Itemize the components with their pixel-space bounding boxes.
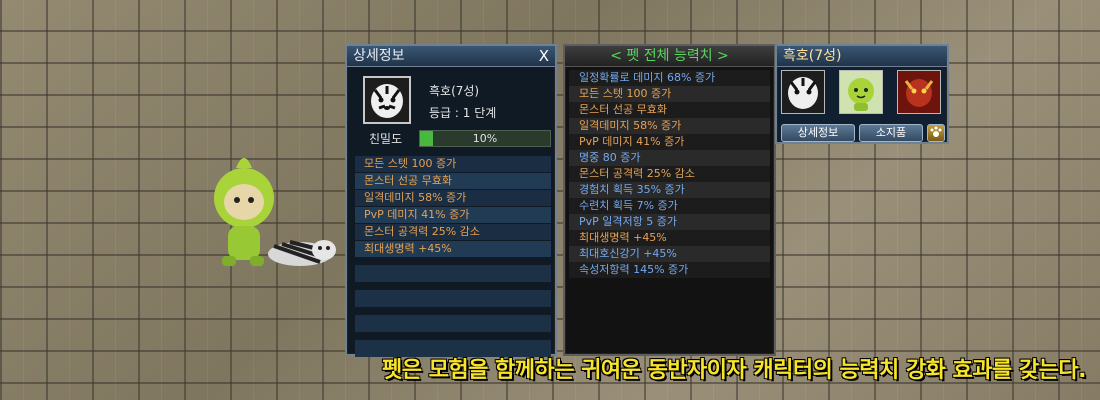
tiger-face-icon — [782, 71, 824, 113]
empty-stat-slot — [355, 315, 551, 332]
total-stat: 몬스터 공격력 25% 감소 — [569, 166, 770, 182]
stat-divider — [355, 308, 551, 314]
total-stat: 명중 80 증가 — [569, 150, 770, 166]
total-title: < 펫 전체 능력치 > — [610, 48, 729, 64]
intimacy-value: 10% — [472, 132, 498, 145]
pet-name: 흑호(7성) — [429, 84, 480, 98]
inventory-button[interactable]: 소지품 — [859, 124, 923, 142]
stat-divider — [355, 258, 551, 264]
close-button[interactable]: X — [539, 46, 549, 66]
empty-stat-slot — [355, 265, 551, 282]
total-stat: 최대생명력 +45% — [569, 230, 770, 246]
detail-title: 상세정보 — [353, 48, 405, 64]
total-stat: 수련치 획득 7% 증가 — [569, 198, 770, 214]
pet-list-titlebar[interactable]: 흑호(7성) — [777, 46, 947, 67]
tiger-face-icon — [365, 78, 409, 122]
detail-stat-list: 모든 스텟 100 증가 몬스터 선공 무효화 일격데미지 58% 증가 PvP… — [355, 156, 551, 358]
total-stat: 일정확률로 데미지 68% 증가 — [569, 70, 770, 86]
total-stat-list: 일정확률로 데미지 68% 증가 모든 스텟 100 증가 몬스터 선공 무효화 일격… — [569, 70, 770, 278]
total-stat: 몬스터 선공 무효화 — [569, 102, 770, 118]
detail-stat: 최대생명력 +45% — [355, 241, 551, 257]
green-creature-icon — [848, 78, 874, 111]
stat-divider — [355, 333, 551, 339]
total-stat: 최대호신강기 +45% — [569, 246, 770, 262]
pet-slot-tiger[interactable] — [781, 70, 825, 114]
total-titlebar[interactable]: < 펫 전체 능력치 > — [565, 46, 774, 67]
pet-slot-red[interactable] — [897, 70, 941, 114]
empty-stat-slot — [355, 290, 551, 307]
intimacy-label: 친밀도 — [369, 132, 403, 146]
pet-detail-panel: 상세정보 X 흑호(7성) 등급 : 1 단계 친밀도 10% 모든 스텟 10… — [345, 44, 557, 358]
total-stat: PvP 데미지 41% 증가 — [569, 134, 770, 150]
character-sprite — [214, 158, 336, 266]
red-demon-icon — [898, 71, 940, 113]
pet-portrait — [363, 76, 411, 124]
detail-stat: PvP 데미지 41% 증가 — [355, 207, 551, 223]
tiger-pet — [268, 240, 336, 266]
pet-list-panel: 흑호(7성) 상세정보 소지품 — [775, 44, 949, 144]
paw-icon[interactable] — [927, 124, 945, 142]
pet-list-title: 흑호(7성) — [783, 48, 842, 64]
total-stat: PvP 일격저항 5 증가 — [569, 214, 770, 230]
pet-slot-green[interactable] — [839, 70, 883, 114]
paw-icon-glyph — [930, 126, 942, 137]
total-stat: 일격데미지 58% 증가 — [569, 118, 770, 134]
pet-total-stats-panel: < 펫 전체 능력치 > 일정확률로 데미지 68% 증가 모든 스텟 100 증… — [563, 44, 776, 356]
detail-stat: 일격데미지 58% 증가 — [355, 190, 551, 206]
total-stat: 속성저항력 145% 증가 — [569, 262, 770, 278]
intimacy-bar: 10% — [419, 130, 551, 147]
total-stat: 경험치 획득 35% 증가 — [569, 182, 770, 198]
total-stat: 모든 스텟 100 증가 — [569, 86, 770, 102]
detail-info-button[interactable]: 상세정보 — [781, 124, 855, 142]
detail-titlebar[interactable]: 상세정보 X — [347, 46, 555, 67]
detail-stat: 모든 스텟 100 증가 — [355, 156, 551, 172]
pet-grade: 등급 : 1 단계 — [429, 106, 497, 120]
caption-text: 펫은 모험을 함께하는 귀여운 동반자이자 캐릭터의 능력치 강화 효과를 갖는… — [382, 358, 1086, 383]
detail-stat: 몬스터 공격력 25% 감소 — [355, 224, 551, 240]
detail-stat: 몬스터 선공 무효화 — [355, 173, 551, 189]
green-mascot — [214, 158, 274, 266]
stat-divider — [355, 283, 551, 289]
